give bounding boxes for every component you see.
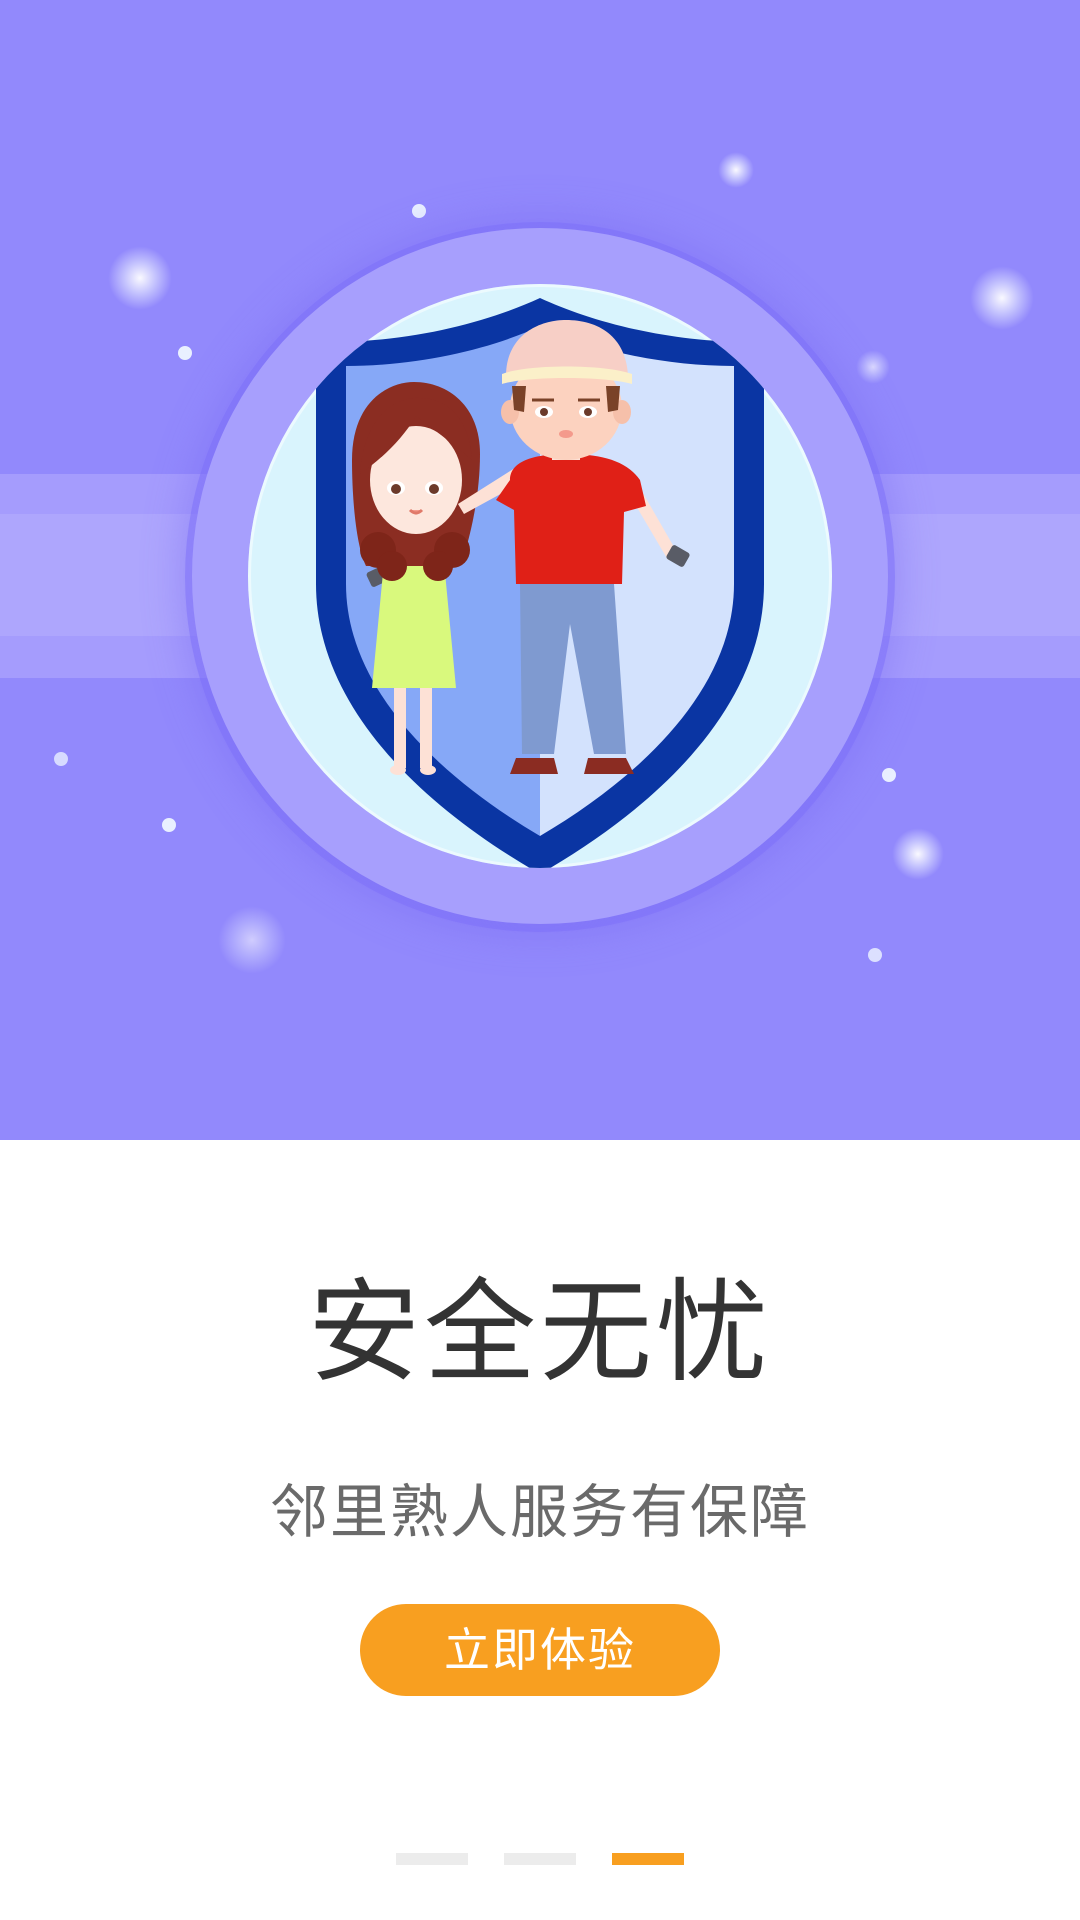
sparkle [108,246,172,310]
sparkle-dot [412,204,426,218]
sparkle-dot [882,768,896,782]
shield-with-couple-illustration [316,298,764,868]
slide-title: 安全无忧 [308,1268,772,1398]
illustration-circle [248,284,832,868]
sparkle-dot [54,752,68,766]
sparkle [218,906,286,974]
sparkle-dot [162,818,176,832]
page-dot-3[interactable] [612,1853,684,1865]
hero-banner [0,0,1080,1140]
page-dot-2[interactable] [504,1853,576,1865]
sparkle [892,828,944,880]
slide-subtitle: 邻里熟人服务有保障 [269,1478,810,1546]
page-dot-1[interactable] [396,1853,468,1865]
page-indicator [0,1853,1080,1865]
sparkle-dot [868,948,882,962]
sparkle [718,152,754,188]
try-now-button[interactable]: 立即体验 [360,1604,720,1696]
sparkle [970,266,1034,330]
sparkle [856,350,890,384]
sparkle-dot [178,346,192,360]
